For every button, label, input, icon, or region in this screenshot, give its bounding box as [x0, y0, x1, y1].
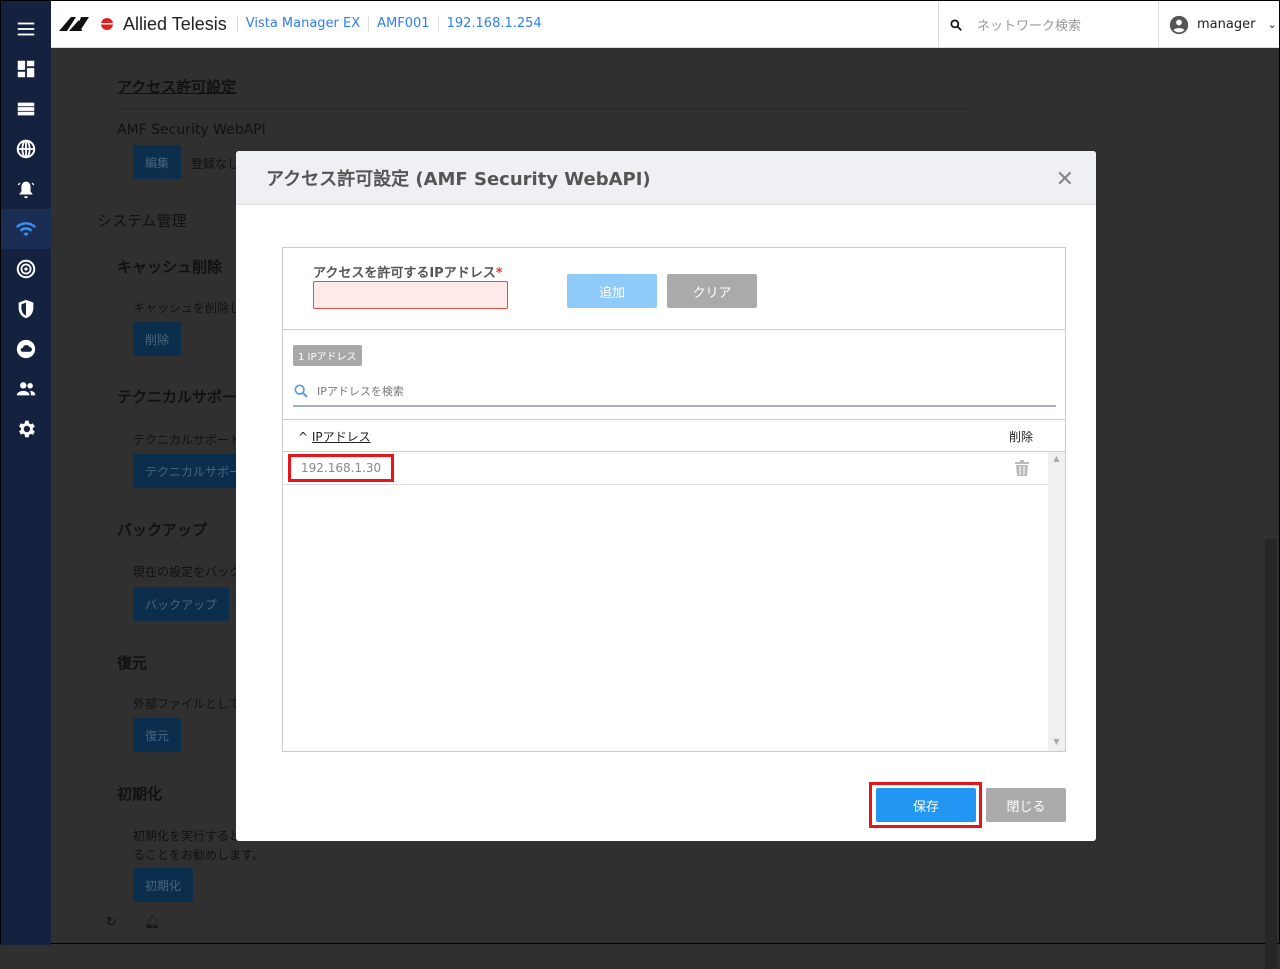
cache-delete-button[interactable]: 削除	[133, 322, 181, 356]
access-permission-dialog: アクセス許可設定 (AMF Security WebAPI) ✕ アクセスを許可…	[236, 151, 1096, 841]
close-icon[interactable]: ✕	[1056, 167, 1074, 192]
restore-text: 外部ファイルとして	[133, 695, 241, 712]
breadcrumb-product[interactable]: Vista Manager EX	[237, 16, 368, 32]
edit-note: 登録なし	[191, 155, 239, 172]
backup-button[interactable]: バックアップ	[133, 587, 229, 621]
ip-search-input[interactable]: IPアドレスを検索	[317, 383, 404, 399]
network-search-input[interactable]: ネットワーク検索	[977, 15, 1081, 34]
edit-button[interactable]: 編集	[133, 145, 181, 179]
menu-icon[interactable]	[1, 9, 51, 49]
bell-icon[interactable]: 🔔︎	[144, 915, 161, 930]
trash-icon[interactable]	[1015, 460, 1029, 480]
api-label: AMF Security WebAPI	[117, 122, 266, 138]
sidebar	[1, 1, 51, 945]
ip-column-header[interactable]: ^ IPアドレス	[298, 428, 371, 445]
page-scrollbar[interactable]	[1265, 539, 1277, 969]
ip-panel: アクセスを許可するIPアドレス* 追加 クリア 1 IPアドレス IPアドレスを…	[282, 247, 1066, 752]
refresh-icon[interactable]: ↻	[106, 915, 117, 930]
backup-title: バックアップ	[117, 519, 207, 540]
sort-asc-icon: ^	[298, 430, 308, 444]
init-text: 初期化を実行すると	[133, 827, 241, 844]
restore-button[interactable]: 復元	[133, 718, 181, 752]
delete-column-header: 削除	[1009, 428, 1033, 445]
tech-text: テクニカルサポート	[133, 431, 241, 448]
users-icon[interactable]	[1, 369, 51, 409]
search-icon	[949, 18, 963, 32]
network-search[interactable]: ネットワーク検索	[938, 1, 1159, 48]
cloud-icon[interactable]	[1, 329, 51, 369]
breadcrumb-ip[interactable]: 192.168.1.254	[438, 16, 550, 32]
save-button[interactable]: 保存	[876, 788, 976, 822]
wifi-icon[interactable]	[1, 209, 51, 249]
system-section-title: システム管理	[97, 210, 187, 231]
ip-field-label: アクセスを許可するIPアドレス*	[313, 262, 503, 281]
ip-cell: 192.168.1.30	[288, 454, 394, 482]
backup-text: 現在の設定をバック	[133, 563, 241, 580]
username: manager	[1197, 17, 1255, 32]
account-icon	[1169, 15, 1189, 35]
radar-icon[interactable]	[1, 249, 51, 289]
brand-name: Allied Telesis	[123, 14, 227, 35]
init-button[interactable]: 初期化	[133, 868, 193, 902]
list-scrollbar[interactable]: ▲▼	[1048, 452, 1065, 751]
breadcrumb-device[interactable]: AMF001	[368, 16, 437, 32]
ip-search-field[interactable]: IPアドレスを検索	[293, 376, 1056, 407]
close-button[interactable]: 閉じる	[986, 788, 1066, 822]
allied-telesis-logo[interactable]: Allied Telesis	[59, 14, 237, 35]
init-text-2: ることをお勧めします。	[133, 846, 264, 863]
table-row: 192.168.1.30	[283, 452, 1049, 485]
cache-text: キャッシュを削除し	[133, 299, 241, 316]
tech-title: テクニカルサポート	[117, 386, 252, 407]
ip-count-badge: 1 IPアドレス	[293, 345, 362, 366]
gear-icon[interactable]	[1, 409, 51, 449]
add-button[interactable]: 追加	[567, 274, 657, 308]
list-icon[interactable]	[1, 89, 51, 129]
search-icon	[293, 383, 309, 399]
dialog-title: アクセス許可設定 (AMF Security WebAPI)	[266, 165, 651, 191]
dashboard-icon[interactable]	[1, 49, 51, 89]
ip-address-input[interactable]	[313, 281, 508, 309]
init-title: 初期化	[117, 783, 162, 804]
cache-title: キャッシュ削除	[117, 256, 222, 277]
logo-mark-icon	[59, 16, 119, 32]
access-section-title: アクセス許可設定	[117, 76, 236, 97]
globe-icon[interactable]	[1, 129, 51, 169]
restore-title: 復元	[117, 652, 147, 673]
clear-button[interactable]: クリア	[667, 274, 757, 308]
alarm-icon[interactable]	[1, 169, 51, 209]
chevron-down-icon: ⌄	[1267, 18, 1276, 31]
user-menu[interactable]: manager ⌄	[1169, 1, 1277, 48]
top-header: Allied Telesis Vista Manager EX AMF001 1…	[51, 1, 1279, 48]
shield-icon[interactable]	[1, 289, 51, 329]
